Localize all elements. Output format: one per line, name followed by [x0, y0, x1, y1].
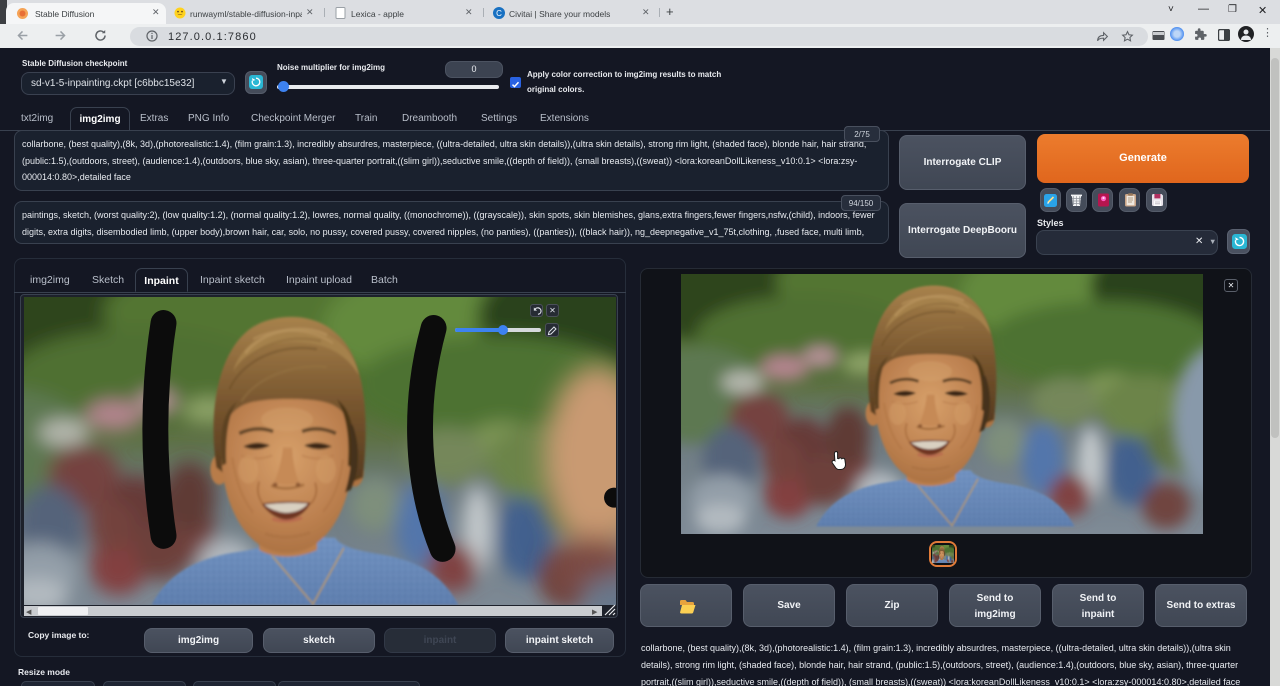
svg-text:C: C [496, 9, 502, 18]
